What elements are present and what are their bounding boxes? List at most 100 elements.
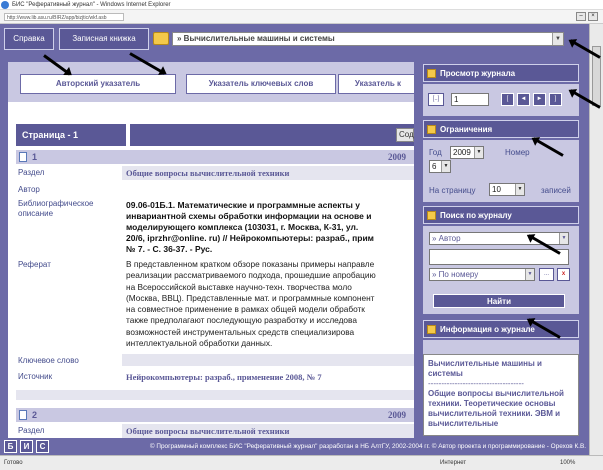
keyword-index-button[interactable]: Указатель ключевых слов <box>186 74 336 94</box>
source-link[interactable]: Нейрокомпьютеры: разраб., применение 200… <box>126 372 322 382</box>
search-number-select[interactable]: » По номеру ▼ <box>429 268 535 281</box>
next-page-button[interactable]: ► <box>533 93 546 106</box>
perpage-select[interactable]: 10 ▼ <box>489 183 525 196</box>
source-label: Источник <box>18 372 53 381</box>
limits-header: Ограничения <box>423 120 579 138</box>
biblio-line: № 7. - С. 36-37. - Рус. <box>126 244 213 254</box>
number-value: 6 <box>432 162 437 171</box>
keyword-label: Ключевое слово <box>18 356 79 365</box>
abstract-line: на совместное применение в рамках общей … <box>126 304 365 315</box>
abstract-line: на Всероссийской выставке научно-техн. т… <box>126 281 352 292</box>
biblio-line: инвариантной схемы обработки информации … <box>126 211 372 221</box>
question-icon <box>427 325 436 334</box>
biblio-line: 20/6, iprzhr@online. ru) // Нейрокомпьют… <box>126 233 374 243</box>
document-icon <box>19 410 27 420</box>
number-label: Номер <box>505 148 530 157</box>
zone-text: Интернет <box>440 460 467 466</box>
limits-title: Ограничения <box>440 125 493 134</box>
perpage-value: 10 <box>492 185 501 194</box>
footer-s-button[interactable]: С <box>36 440 49 453</box>
page-header: Страница - 1 Сод <box>16 124 414 146</box>
third-index-button[interactable]: Указатель к <box>338 74 414 94</box>
section-label: Раздел <box>18 168 45 177</box>
browser-icon <box>1 1 9 9</box>
info-divider: ------------------------------------ <box>428 379 524 388</box>
more-button[interactable]: ... <box>539 268 554 281</box>
zoom-text[interactable]: 100% <box>560 456 575 470</box>
status-bar: Готово Интернет 100% <box>0 455 603 470</box>
chevron-down-icon[interactable]: ▼ <box>515 184 524 195</box>
record-header <box>16 150 414 164</box>
abstract-line: реализации рассматриваемого подхода, про… <box>126 270 376 281</box>
record-header <box>16 408 414 422</box>
year-label: Год <box>429 148 442 157</box>
section-value: Общие вопросы вычислительной техники <box>126 426 290 436</box>
last-page-button[interactable]: ] <box>549 93 562 106</box>
notebook-button[interactable]: Записная книжка <box>59 28 149 50</box>
keyword-row <box>122 354 414 366</box>
parent-button[interactable]: [..] <box>428 93 444 106</box>
address-bar: http://www.lib.asu.ru/BIRZ/app/bizjtic/w… <box>0 10 603 24</box>
info-journal: Вычислительные машины и системы <box>428 359 542 378</box>
document-icon <box>19 152 27 162</box>
chevron-down-icon[interactable]: ▼ <box>552 33 563 45</box>
biblio-line: 09.06-01Б.1. Математические и программны… <box>126 200 361 210</box>
search-field-select[interactable]: » Автор ▼ <box>429 232 569 245</box>
right-panel: Просмотр журнала [..] 1 [ ◄ ► ] Ограниче… <box>418 58 586 441</box>
header-separator <box>126 124 130 146</box>
warning-icon <box>427 125 436 134</box>
status-text: Готово <box>4 460 23 466</box>
records-label: записей <box>541 186 571 195</box>
perpage-label: На страницу <box>429 186 476 195</box>
number-select[interactable]: 6 ▼ <box>429 160 451 173</box>
info-sections: Общие вопросы вычислительной техники. Те… <box>428 389 564 428</box>
record-number[interactable]: 2 <box>32 410 37 420</box>
prev-page-button[interactable]: ◄ <box>517 93 530 106</box>
section-label: Раздел <box>18 426 45 435</box>
author-label: Автор <box>18 185 40 194</box>
view-journal-title: Просмотр журнала <box>440 69 516 78</box>
info-gap <box>423 340 579 354</box>
biblio-label: Библиографическое описание <box>18 199 94 218</box>
author-index-button[interactable]: Авторский указатель <box>20 74 176 94</box>
search-number-value: » По номеру <box>432 270 479 279</box>
search-body: » Автор ▼ » По номеру ▼ ... x Найти <box>423 226 579 314</box>
address-field[interactable]: http://www.lib.asu.ru/BIRZ/app/bizjtic/w… <box>4 13 124 21</box>
minimize-icon[interactable]: – <box>576 12 586 21</box>
year-select[interactable]: 2009 ▼ <box>450 146 484 159</box>
chevron-down-icon[interactable]: ▼ <box>441 161 450 172</box>
close-icon[interactable]: × <box>588 12 598 21</box>
chevron-down-icon[interactable]: ▼ <box>474 147 483 158</box>
info-title: Информация о журнале <box>440 325 535 334</box>
folder-open-icon <box>427 69 436 78</box>
chevron-down-icon[interactable]: ▼ <box>525 269 534 280</box>
view-journal-body: [..] 1 [ ◄ ► ] <box>423 84 579 116</box>
search-input[interactable] <box>429 249 569 265</box>
record-number[interactable]: 1 <box>32 152 37 162</box>
record-year: 2009 <box>388 152 406 162</box>
vertical-scrollbar[interactable] <box>589 24 603 455</box>
first-page-button[interactable]: [ <box>501 93 514 106</box>
records-area: Страница - 1 Сод 1 2009 Раздел Общие воп… <box>8 102 414 440</box>
page-header-label: Страница - 1 <box>22 130 79 140</box>
footer-i-button[interactable]: И <box>20 440 33 453</box>
folder-icon <box>153 32 169 45</box>
clear-button[interactable]: x <box>557 268 570 281</box>
record-year: 2009 <box>388 410 406 420</box>
search-header: Поиск по журналу <box>423 206 579 224</box>
footer: Б И С © Программный комплекс БИС "Рефера… <box>0 438 589 455</box>
contents-button[interactable]: Сод <box>396 128 414 142</box>
journal-select[interactable]: » Вычислительные машины и системы ▼ <box>172 32 564 46</box>
footer-b-button[interactable]: Б <box>4 440 17 453</box>
search-field-value: » Автор <box>432 234 461 243</box>
biblio-text: 09.06-01Б.1. Математические и программны… <box>126 200 414 255</box>
help-button[interactable]: Справка <box>4 28 54 50</box>
year-value: 2009 <box>453 148 471 157</box>
find-button[interactable]: Найти <box>433 294 565 308</box>
record-spacer <box>16 390 414 400</box>
search-title: Поиск по журналу <box>440 211 512 220</box>
page-input[interactable]: 1 <box>451 93 489 106</box>
chevron-down-icon[interactable]: ▼ <box>559 233 568 244</box>
window-title: БИС "Реферативный журнал" - Windows Inte… <box>12 2 171 8</box>
view-journal-header: Просмотр журнала <box>423 64 579 82</box>
